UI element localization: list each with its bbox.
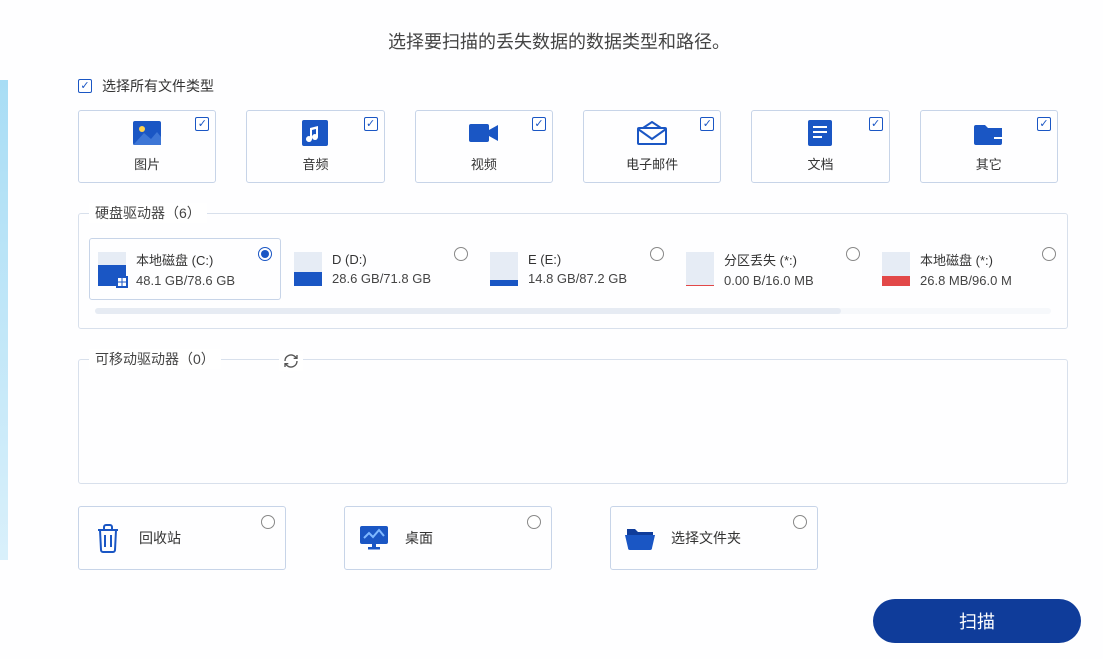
drive-size: 28.6 GB/71.8 GB [332, 271, 431, 286]
location-radio[interactable] [527, 515, 541, 529]
type-label: 图片 [134, 154, 160, 173]
type-checkbox-other[interactable] [1037, 117, 1051, 131]
type-card-email[interactable]: 电子邮件 [583, 110, 721, 183]
drive-size: 26.8 MB/96.0 M [920, 273, 1012, 288]
type-checkbox-doc[interactable] [869, 117, 883, 131]
image-icon [132, 120, 162, 146]
drive-size: 14.8 GB/87.2 GB [528, 271, 627, 286]
type-card-audio[interactable]: 音频 [246, 110, 384, 183]
location-card-recycle[interactable]: 回收站 [78, 506, 286, 570]
drive-card[interactable]: E (E:) 14.8 GB/87.2 GB [481, 238, 673, 300]
type-card-doc[interactable]: 文档 [751, 110, 889, 183]
location-card-folder[interactable]: 选择文件夹 [610, 506, 818, 570]
location-radio[interactable] [261, 515, 275, 529]
doc-icon [805, 120, 835, 146]
drives-group: 硬盘驱动器（6） 本地磁盘 (C:)48.1 GB/78.6 GBD (D:)2… [78, 213, 1068, 329]
drive-icon [490, 252, 518, 286]
folder-icon [625, 523, 655, 553]
type-label: 其它 [976, 154, 1002, 173]
drive-card[interactable]: D (D:) 28.6 GB/71.8 GB [285, 238, 477, 300]
drive-icon [294, 252, 322, 286]
scan-button[interactable]: 扫描 [873, 599, 1081, 643]
type-checkbox-image[interactable] [195, 117, 209, 131]
video-icon [469, 120, 499, 146]
desktop-icon [359, 523, 389, 553]
type-label: 文档 [807, 154, 833, 173]
page-title: 选择要扫描的丢失数据的数据类型和路径。 [60, 28, 1058, 54]
refresh-icon[interactable] [279, 351, 303, 371]
drive-radio[interactable] [846, 247, 860, 261]
removable-legend: 可移动驱动器（0） [89, 349, 221, 369]
drive-icon [882, 252, 910, 286]
drive-name: E (E:) [528, 252, 627, 267]
drive-name: 本地磁盘 (C:) [136, 250, 235, 269]
type-checkbox-email[interactable] [700, 117, 714, 131]
other-icon [974, 120, 1004, 146]
location-card-desktop[interactable]: 桌面 [344, 506, 552, 570]
drive-name: D (D:) [332, 252, 431, 267]
drives-scrollbar-thumb[interactable] [95, 308, 841, 314]
windows-badge-icon [116, 276, 128, 288]
location-radio[interactable] [793, 515, 807, 529]
drive-radio[interactable] [650, 247, 664, 261]
drive-name: 分区丢失 (*:) [724, 250, 814, 269]
drive-size: 48.1 GB/78.6 GB [136, 273, 235, 288]
select-all-checkbox[interactable] [78, 79, 92, 93]
email-icon [637, 120, 667, 146]
location-label: 桌面 [405, 528, 433, 548]
type-card-other[interactable]: 其它 [920, 110, 1058, 183]
audio-icon [300, 120, 330, 146]
type-checkbox-video[interactable] [532, 117, 546, 131]
drive-radio[interactable] [1042, 247, 1056, 261]
drive-card[interactable]: 本地磁盘 (C:) 48.1 GB/78.6 GB [89, 238, 281, 300]
removable-group: 可移动驱动器（0） [78, 359, 1068, 484]
drive-radio[interactable] [454, 247, 468, 261]
select-all-label: 选择所有文件类型 [102, 76, 214, 96]
drives-scrollbar[interactable] [95, 308, 1051, 314]
type-card-video[interactable]: 视频 [415, 110, 553, 183]
recycle-icon [93, 523, 123, 553]
drive-card[interactable]: 分区丢失 (*:) 0.00 B/16.0 MB [677, 238, 869, 300]
drive-name: 本地磁盘 (*:) [920, 250, 1012, 269]
type-card-image[interactable]: 图片 [78, 110, 216, 183]
drive-card[interactable]: 本地磁盘 (*:) 26.8 MB/96.0 M [873, 238, 1057, 300]
drive-icon [98, 252, 126, 286]
type-label: 音频 [302, 154, 328, 173]
location-label: 回收站 [139, 528, 181, 548]
type-label: 视频 [471, 154, 497, 173]
type-checkbox-audio[interactable] [364, 117, 378, 131]
location-label: 选择文件夹 [671, 528, 741, 548]
type-label: 电子邮件 [626, 154, 678, 173]
drives-legend: 硬盘驱动器（6） [89, 203, 207, 223]
drive-icon [686, 252, 714, 286]
drive-size: 0.00 B/16.0 MB [724, 273, 814, 288]
drive-radio[interactable] [258, 247, 272, 261]
